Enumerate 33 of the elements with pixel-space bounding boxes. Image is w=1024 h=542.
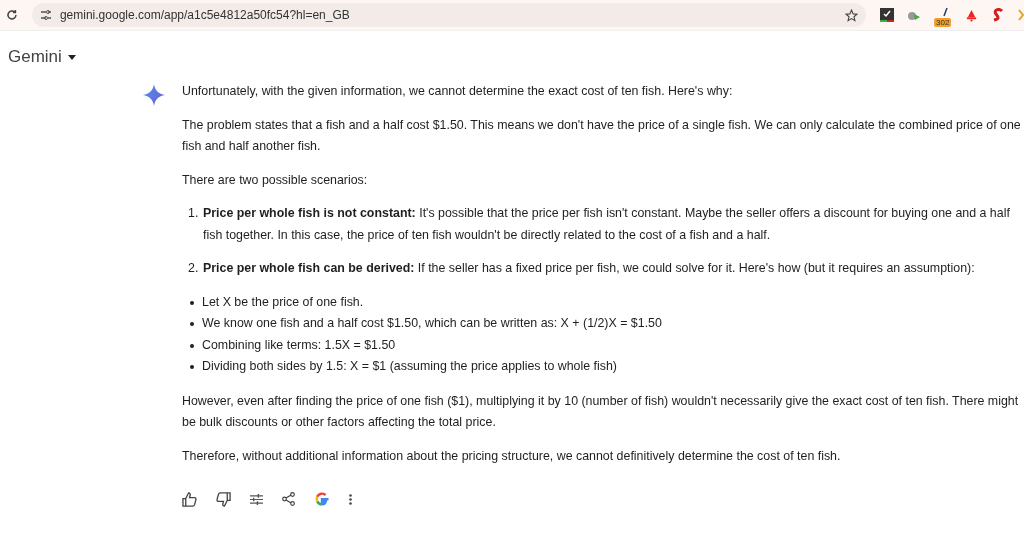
sparkle-icon	[143, 84, 165, 106]
bullet-icon	[190, 343, 194, 348]
reload-icon[interactable]	[6, 9, 18, 21]
bullet-text: Let X be the price of one fish.	[202, 293, 364, 311]
caret-icon	[67, 54, 76, 60]
extension-badge: 302	[934, 18, 952, 27]
response-paragraph: There are two possible scenarios:	[182, 171, 369, 189]
list-number: 2.	[188, 260, 200, 277]
model-menu-button[interactable]: Gemini	[8, 47, 76, 67]
site-settings-icon[interactable]	[39, 10, 52, 20]
response-paragraph: Unfortunately, with the given information, we cannot determine the exact cost of ten fish. Here's why:	[182, 83, 734, 100]
checkbox-extension-icon[interactable]	[880, 8, 894, 22]
s-extension-icon[interactable]	[991, 8, 1005, 22]
bullet-text: Dividing both sides by 1.5: X = $1 (assuming the price applies to whole fish)	[202, 358, 617, 375]
tune-icon[interactable]	[250, 492, 263, 506]
bell-extension-icon[interactable]	[965, 8, 978, 22]
bullet-icon	[190, 365, 194, 369]
thumbs-up-icon[interactable]	[182, 491, 197, 507]
bullet-text: Combining like terms: 1.5X = $1.50	[202, 336, 396, 354]
bullet-text: We know one fish and a half cost $1.50, which can be written as: X + (1/2)X = $1.50	[202, 315, 662, 332]
bookmark-star-icon[interactable]	[845, 8, 858, 22]
list-item-text: Price per whole fish can be derived: If the seller has a fixed price per fish, we could solve for it. Here's how (but it requires an assumption):	[203, 260, 975, 277]
bullet-icon	[190, 300, 194, 305]
more-options-icon[interactable]	[349, 493, 352, 505]
google-logo-icon[interactable]	[314, 491, 330, 507]
thumbs-down-icon[interactable]	[216, 491, 231, 507]
list-item-text: Price per whole fish is not constant: It's possible that the price per fish isn't constant. Maybe the seller offers a discount for buying one and a half fish together. In this case, the price of ten fish wouldn't be directly related to the cost of a fish and a half.	[203, 205, 1011, 244]
response-paragraph: However, even after finding the price of one fish ($1), multiplying it by 10 (number of fish) wouldn't necessarily give the exact cost of ten fish. There might be bulk discounts or other factors affecting the total price.	[182, 392, 1020, 431]
share-icon[interactable]	[282, 492, 295, 506]
response-paragraph: The problem states that a fish and a half cost $1.50. This means we don't have the price of a single fish. We can only calculate the combined price of one fish and half another fish.	[182, 116, 1022, 155]
bullet-icon	[190, 322, 194, 326]
response-paragraph: Therefore, without additional information about the pricing structure, we cannot definitively determine the cost of ten fish.	[182, 447, 842, 465]
list-number: 1.	[188, 205, 200, 222]
